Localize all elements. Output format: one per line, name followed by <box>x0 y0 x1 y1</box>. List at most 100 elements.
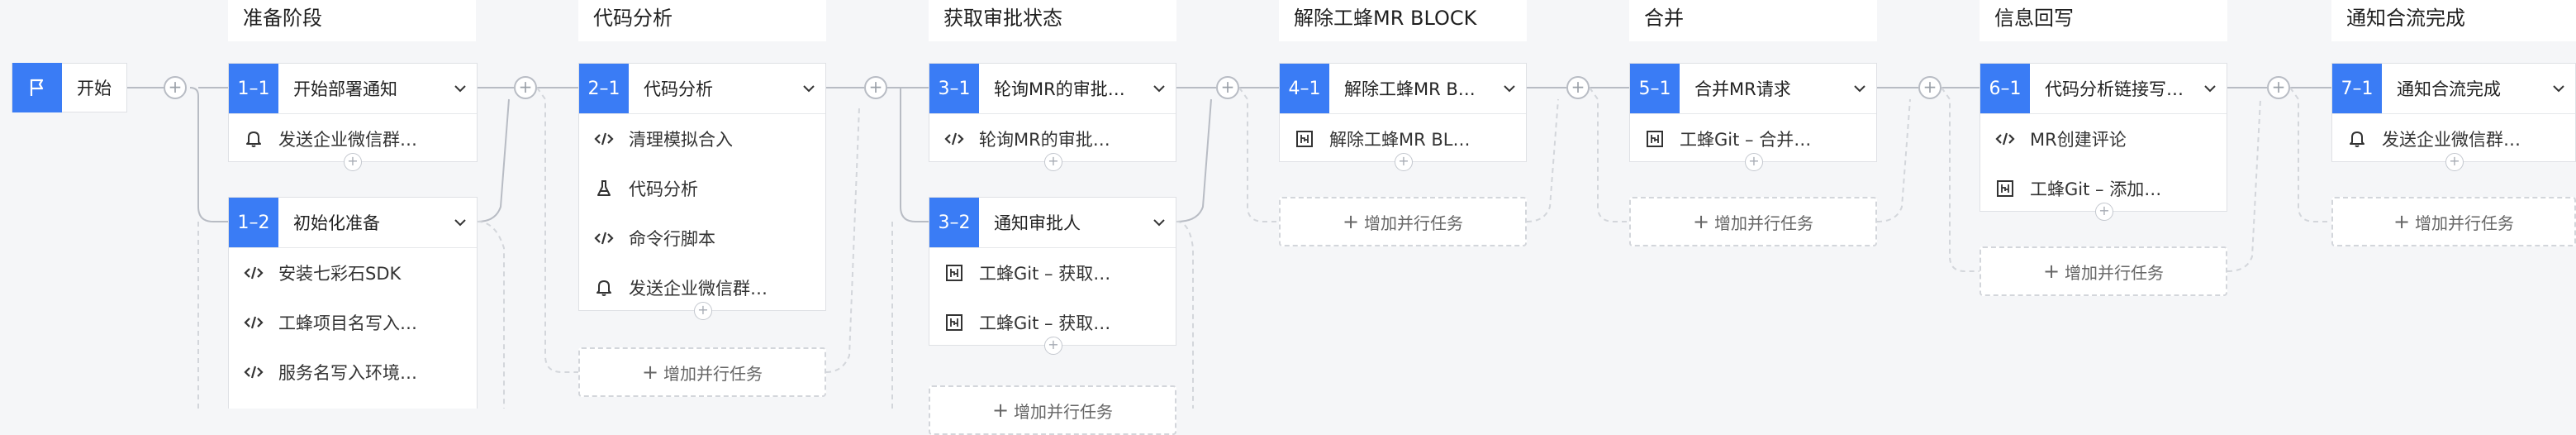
start-label: 开始 <box>77 79 112 98</box>
task-card[interactable]: 1–2 初始化准备 安装七彩石SDK 工蜂项目名写入… 服务名写入环境… <box>228 197 478 409</box>
add-stage-plus-icon[interactable]: + <box>2267 76 2290 99</box>
task-title: 代码分析 <box>644 79 713 99</box>
step-label: 代码分析 <box>629 179 698 199</box>
task-card[interactable]: 4–1 解除工蜂MR B… 解除工蜂MR BL… <box>1279 63 1527 162</box>
add-parallel-task-button[interactable]: + 增加并行任务 <box>929 385 1176 435</box>
chevron-down-icon[interactable] <box>792 84 825 93</box>
task-number: 2–1 <box>579 64 629 113</box>
step-label: MR创建评论 <box>2030 130 2127 150</box>
plus-icon: + <box>2042 260 2060 283</box>
step-label: 清理模拟合入 <box>629 130 733 150</box>
task-title: 合并MR请求 <box>1694 79 1791 99</box>
bell-icon <box>2332 130 2382 148</box>
add-parallel-task-button[interactable]: + 增加并行任务 <box>1279 197 1527 246</box>
git-icon <box>1980 179 2030 198</box>
add-stage-plus-icon[interactable]: + <box>514 76 537 99</box>
task-number: 1–1 <box>229 64 278 113</box>
step-label: 安装七彩石SDK <box>278 264 402 284</box>
add-step-plus-icon[interactable]: + <box>2095 203 2113 221</box>
add-parallel-task-button[interactable]: + 增加并行任务 <box>578 347 826 397</box>
add-step-plus-icon[interactable]: + <box>694 302 712 320</box>
add-step-plus-icon[interactable]: + <box>344 153 362 171</box>
task-step[interactable]: 工蜂Git – 获取… <box>929 248 1176 298</box>
add-step-plus-icon[interactable]: + <box>1745 153 1763 171</box>
chevron-down-icon[interactable] <box>1493 84 1526 93</box>
task-card[interactable]: 2–1 代码分析 清理模拟合入 代码分析 命令行脚本 发送企业微信群… <box>578 63 826 311</box>
step-label: 轮询MR的审批… <box>979 130 1110 150</box>
task-step[interactable]: 清理模拟合入 <box>579 114 825 164</box>
task-number: 3–1 <box>929 64 979 113</box>
plus-icon: + <box>641 361 659 384</box>
plus-icon: + <box>1692 210 1710 233</box>
task-number: 4–1 <box>1280 64 1329 113</box>
stage-title[interactable]: 解除工蜂MR BLOCK <box>1279 0 1527 41</box>
task-step[interactable]: 工蜂项目名写入… <box>229 298 477 347</box>
task-step[interactable]: 服务名写入环境… <box>229 347 477 397</box>
git-icon <box>1280 130 1329 148</box>
step-label: 工蜂Git – 获取… <box>979 264 1111 284</box>
task-step[interactable]: 代码分析 <box>579 164 825 213</box>
task-title: 通知审批人 <box>994 213 1081 233</box>
code-icon <box>929 131 979 147</box>
chevron-down-icon[interactable] <box>1843 84 1876 93</box>
plus-icon: + <box>2393 210 2411 233</box>
add-stage-plus-icon[interactable]: + <box>1918 76 1942 99</box>
code-icon <box>1980 131 2030 147</box>
task-card[interactable]: 3–2 通知审批人 工蜂Git – 获取… 工蜂Git – 获取… <box>929 197 1176 346</box>
add-stage-plus-icon[interactable]: + <box>864 76 887 99</box>
stage-title[interactable]: 合并 <box>1629 0 1877 41</box>
task-number: 7–1 <box>2332 64 2382 113</box>
task-title: 轮询MR的审批… <box>994 79 1125 99</box>
task-card[interactable]: 5–1 合并MR请求 工蜂Git – 合并… <box>1629 63 1877 162</box>
add-parallel-label: 增加并行任务 <box>1714 213 1814 233</box>
task-card[interactable]: 6–1 代码分析链接写… MR创建评论 工蜂Git – 添加… <box>1980 63 2227 212</box>
add-stage-plus-icon[interactable]: + <box>1216 76 1239 99</box>
chevron-down-icon[interactable] <box>1143 84 1176 93</box>
add-step-plus-icon[interactable]: + <box>2445 153 2464 171</box>
add-parallel-label: 增加并行任务 <box>663 363 763 384</box>
add-stage-plus-icon[interactable]: + <box>164 76 187 99</box>
chevron-down-icon[interactable] <box>444 84 477 93</box>
task-title: 解除工蜂MR B… <box>1344 79 1476 99</box>
add-parallel-label: 增加并行任务 <box>2065 262 2165 283</box>
task-card[interactable]: 3–1 轮询MR的审批… 轮询MR的审批… <box>929 63 1176 162</box>
task-card[interactable]: 1–1 开始部署通知 发送企业微信群… <box>228 63 478 162</box>
add-parallel-label: 增加并行任务 <box>2415 213 2515 233</box>
chevron-down-icon[interactable] <box>2542 84 2575 93</box>
code-icon <box>229 314 278 331</box>
stage-title[interactable]: 代码分析 <box>578 0 826 41</box>
task-step[interactable]: MR创建评论 <box>1980 114 2227 164</box>
flask-icon <box>579 179 629 198</box>
task-number: 6–1 <box>1980 64 2030 113</box>
add-parallel-task-button[interactable]: + 增加并行任务 <box>1980 246 2227 296</box>
chevron-down-icon[interactable] <box>444 218 477 227</box>
task-title: 开始部署通知 <box>293 79 397 99</box>
step-label: 服务名写入环境… <box>278 363 417 383</box>
step-label: 工蜂Git – 获取… <box>979 313 1111 333</box>
task-title: 初始化准备 <box>293 213 380 233</box>
task-number: 1–2 <box>229 198 278 247</box>
task-step[interactable]: 命令行脚本 <box>579 213 825 263</box>
stage-title[interactable]: 通知合流完成 <box>2331 0 2576 41</box>
add-step-plus-icon[interactable]: + <box>1044 337 1062 355</box>
task-step[interactable]: 安装七彩石SDK <box>229 248 477 298</box>
start-node[interactable]: 开始 <box>12 63 127 112</box>
add-parallel-task-button[interactable]: + 增加并行任务 <box>1629 197 1877 246</box>
task-card[interactable]: 7–1 通知合流完成 发送企业微信群… <box>2331 63 2576 162</box>
stage-title[interactable]: 信息回写 <box>1980 0 2227 41</box>
code-icon <box>229 364 278 380</box>
step-label: 解除工蜂MR BL… <box>1329 130 1471 150</box>
step-label: 命令行脚本 <box>629 229 715 249</box>
add-parallel-task-button[interactable]: + 增加并行任务 <box>2331 197 2576 246</box>
add-step-plus-icon[interactable]: + <box>1044 153 1062 171</box>
chevron-down-icon[interactable] <box>2193 84 2227 93</box>
pipeline-canvas: 开始 + + + + + + + 准备阶段 1–1 开始部署通知 发送企业微信群… <box>0 0 2576 435</box>
code-icon <box>229 265 278 281</box>
chevron-down-icon[interactable] <box>1143 218 1176 227</box>
stage-title[interactable]: 准备阶段 <box>228 0 476 41</box>
stage-title[interactable]: 获取审批状态 <box>929 0 1176 41</box>
add-step-plus-icon[interactable]: + <box>1395 153 1413 171</box>
git-icon <box>929 313 979 332</box>
bell-icon <box>229 130 278 148</box>
add-stage-plus-icon[interactable]: + <box>1566 76 1590 99</box>
